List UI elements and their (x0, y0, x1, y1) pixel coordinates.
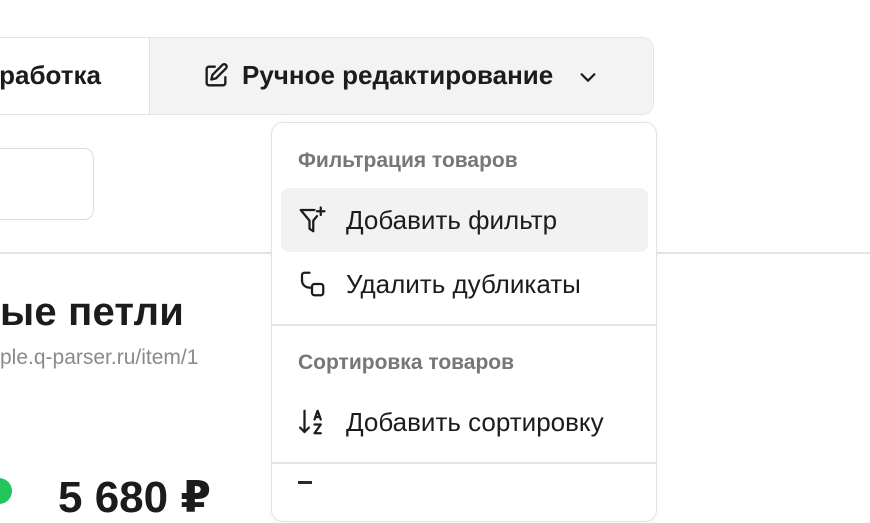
menu-divider (272, 462, 656, 464)
search-input[interactable] (0, 148, 94, 220)
sort-section-title: Сортировка товаров (298, 351, 515, 374)
product-price: 5 680 ₽ (58, 473, 211, 522)
filter-plus-icon (299, 206, 326, 233)
manual-edit-dropdown-button[interactable]: Ручное редактирование (150, 38, 653, 114)
manual-edit-menu: Фильтрация товаров Добавить фильтр Удали… (271, 122, 657, 522)
menu-item-remove-duplicates[interactable]: Удалить дубликаты (281, 252, 648, 316)
menu-item-label: Добавить сортировку (346, 407, 604, 437)
status-indicator (0, 478, 12, 504)
next-section-stub (298, 481, 312, 494)
mode-toolbar: работка Ручное редактирование (0, 37, 654, 115)
processing-tab[interactable]: работка (0, 38, 150, 114)
remove-duplicates-icon (300, 271, 325, 297)
filter-section-title: Фильтрация товаров (298, 149, 518, 172)
menu-divider (272, 324, 656, 326)
sort-az-icon (299, 409, 322, 435)
menu-item-add-sort[interactable]: Добавить сортировку (281, 390, 648, 454)
menu-item-label: Добавить фильтр (346, 205, 558, 235)
edit-icon (205, 63, 228, 87)
product-url[interactable]: ple.q-parser.ru/item/1 (0, 346, 198, 370)
menu-item-label: Удалить дубликаты (346, 269, 581, 299)
processing-tab-label: работка (0, 60, 101, 90)
chevron-down-icon (580, 73, 596, 82)
product-title: ые петли (0, 290, 185, 334)
manual-edit-label: Ручное редактирование (242, 60, 554, 90)
menu-item-add-filter[interactable]: Добавить фильтр (281, 188, 648, 252)
